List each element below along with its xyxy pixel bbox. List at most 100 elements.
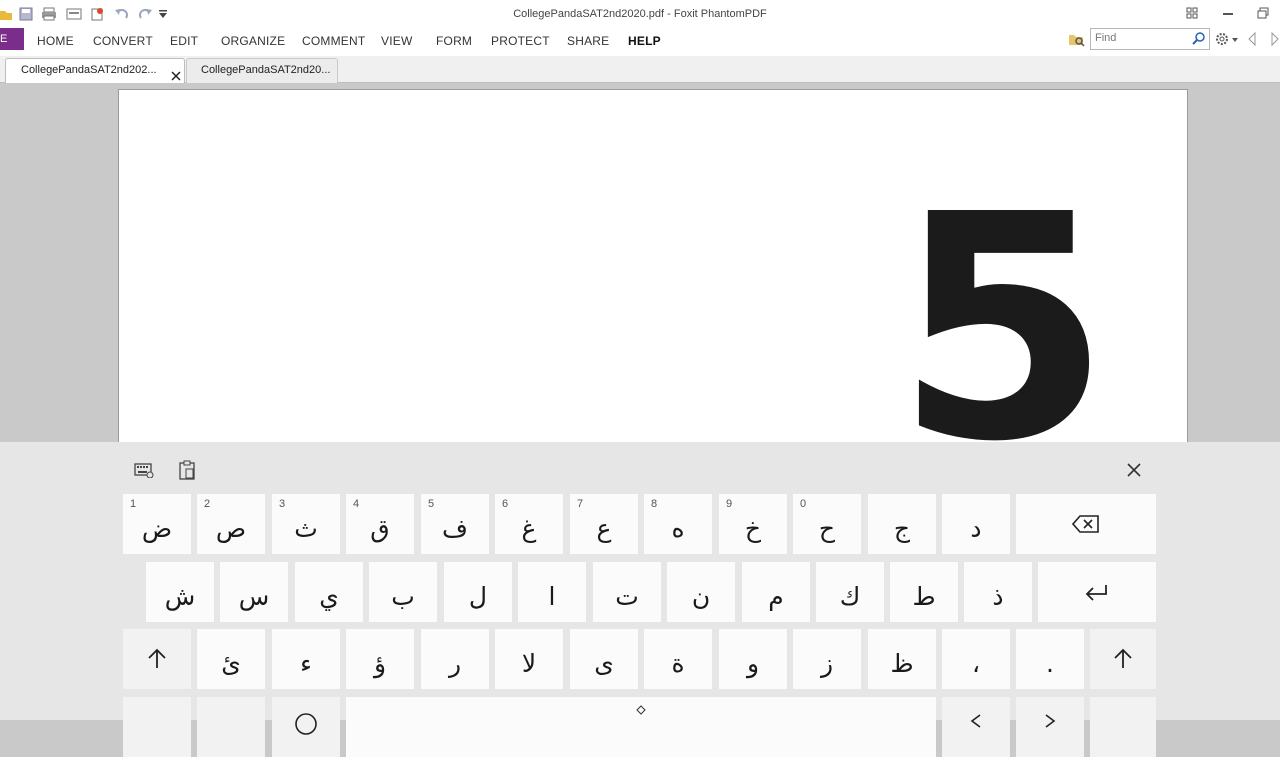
key-zay[interactable]: ز [793,629,861,689]
key-dad[interactable]: 1ض [123,494,191,554]
key-label: ظ [890,648,914,678]
menu-help[interactable]: HELP [628,34,661,48]
key-label: ع [596,513,612,543]
settings-icon[interactable] [1214,30,1240,48]
key-number: 9 [726,498,733,510]
key-ta-marbuta[interactable]: ة [644,629,712,689]
language-indicator-icon [636,705,646,715]
key-nun[interactable]: ن [667,562,735,622]
key-ghayn[interactable]: 6غ [495,494,563,554]
document-tab-active[interactable]: CollegePandaSAT2nd202... [5,58,185,83]
key-number: 6 [502,498,509,510]
key-ha[interactable]: 8ه [644,494,712,554]
key-ba[interactable]: ب [369,562,437,622]
search-icon[interactable] [1192,31,1206,45]
key-jim[interactable]: ج [868,494,936,554]
key-sin[interactable]: س [220,562,288,622]
key-fa[interactable]: 5ف [421,494,489,554]
key-ta[interactable]: ت [593,562,661,622]
key-label: ى [594,648,614,678]
key-label: . [1046,648,1054,678]
key-kaf[interactable]: ك [816,562,884,622]
left-arrow-key[interactable] [942,697,1010,757]
key-label: س [238,581,270,611]
menu-share[interactable]: SHARE [567,34,609,48]
right-arrow-key[interactable] [1016,697,1084,757]
pdf-page[interactable]: 5 [118,89,1188,451]
key-qaf[interactable]: 4ق [346,494,414,554]
menu-convert[interactable]: CONVERT [93,34,153,48]
key-period[interactable]: . [1016,629,1084,689]
key-tta[interactable]: ط [890,562,958,622]
key-label: ط [912,581,936,611]
key-dhal[interactable]: ذ [964,562,1032,622]
left-arrow-icon [970,714,981,728]
key-sad[interactable]: 2ص [197,494,265,554]
key-label: د [970,513,982,543]
key-number: 2 [204,498,211,510]
touch-keyboard: 1ض 2ص 3ث 4ق 5ف 6غ 7ع 8ه 9خ 0ح ج د ش س ي … [0,442,1280,757]
maximize-icon[interactable] [1253,4,1273,22]
menu-comment[interactable]: COMMENT [302,34,365,48]
ctrl-key[interactable] [197,697,265,757]
key-label: ء [300,648,312,678]
file-tab[interactable]: E [0,28,24,50]
key-label: و [746,648,760,678]
key-kha[interactable]: 9خ [719,494,787,554]
key-waw-hamza[interactable]: ؤ [346,629,414,689]
shift-key-right[interactable] [1090,629,1156,689]
enter-key[interactable] [1038,562,1156,622]
next-icon[interactable] [1268,31,1280,47]
menu-form[interactable]: FORM [436,34,472,48]
keyboard-settings-icon[interactable] [133,460,155,480]
key-label: لا [521,648,537,678]
key-dha[interactable]: ظ [868,629,936,689]
search-folder-icon[interactable] [1068,30,1086,48]
close-tab-icon[interactable] [171,65,181,81]
key-ayn[interactable]: 7ع [570,494,638,554]
key-lam-alif[interactable]: لا [495,629,563,689]
emoji-icon [295,713,317,735]
shift-key-left[interactable] [123,629,191,689]
key-arabic-comma[interactable]: ، [942,629,1010,689]
key-label: غ [521,513,537,543]
keyboard-layout-key[interactable] [1090,697,1156,757]
key-hha[interactable]: 0ح [793,494,861,554]
right-arrow-icon [1045,714,1056,728]
document-tab[interactable]: CollegePandaSAT2nd20... [186,58,338,83]
emoji-key[interactable] [272,697,340,757]
key-waw[interactable]: و [719,629,787,689]
backspace-key[interactable] [1016,494,1156,554]
key-tha[interactable]: 3ث [272,494,340,554]
key-label: خ [744,513,762,543]
key-label: ق [370,513,390,543]
clipboard-icon[interactable] [176,460,198,480]
key-ya[interactable]: ي [295,562,363,622]
menu-protect[interactable]: PROTECT [491,34,550,48]
key-mim[interactable]: م [742,562,810,622]
key-ra[interactable]: ر [421,629,489,689]
space-key[interactable] [346,697,936,757]
minimize-icon[interactable] [1218,4,1238,22]
key-label: ؤ [373,648,387,678]
restore-ribbon-icon[interactable] [1182,4,1202,22]
key-shin[interactable]: ش [146,562,214,622]
key-label: ب [391,581,415,611]
key-number: 7 [577,498,584,510]
key-ya-hamza[interactable]: ئ [197,629,265,689]
previous-icon[interactable] [1246,31,1258,47]
key-alif-maqsura[interactable]: ى [570,629,638,689]
menu-home[interactable]: HOME [37,34,74,48]
key-label: ض [141,513,173,543]
symbols-key[interactable] [123,697,191,757]
menu-view[interactable]: VIEW [381,34,412,48]
key-hamza[interactable]: ء [272,629,340,689]
key-lam[interactable]: ل [444,562,512,622]
menu-organize[interactable]: ORGANIZE [221,34,285,48]
menu-edit[interactable]: EDIT [170,34,198,48]
key-dal[interactable]: د [942,494,1010,554]
key-alif[interactable]: ا [518,562,586,622]
key-label: ا [548,581,556,611]
close-keyboard-icon[interactable] [1123,460,1145,480]
find-input[interactable]: Find [1090,28,1210,50]
